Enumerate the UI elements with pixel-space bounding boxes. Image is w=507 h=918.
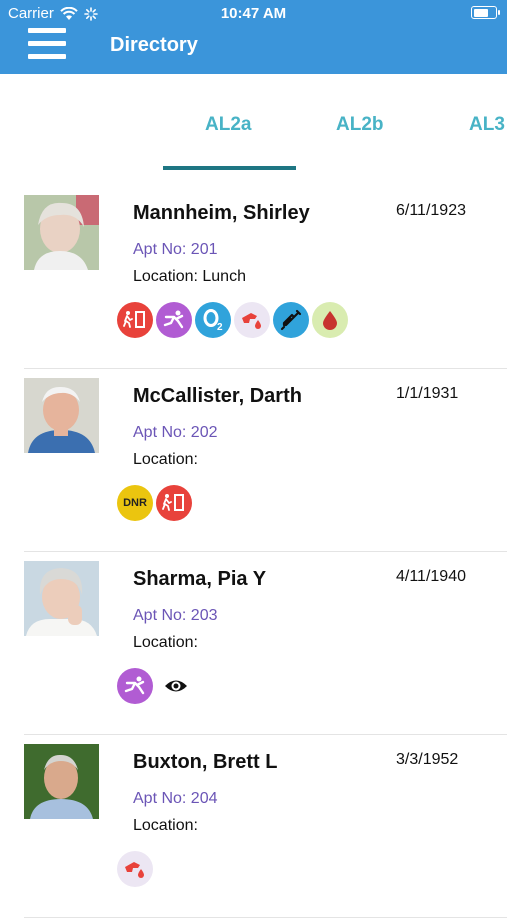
tab-al2b[interactable]: AL2b: [336, 114, 384, 136]
injection-icon: [273, 302, 309, 338]
exit-icon: [117, 302, 153, 338]
blood-icon: [312, 302, 348, 338]
diabetic-icon: [117, 851, 153, 887]
avatar: [24, 378, 99, 453]
oxygen-icon: 2: [195, 302, 231, 338]
tab-al2a[interactable]: AL2a: [205, 114, 251, 136]
fall-risk-icon: [156, 302, 192, 338]
resident-apt: Apt No: 203: [133, 607, 218, 624]
resident-name: Mannheim, Shirley: [133, 202, 310, 224]
resident-dob: 6/11/1923: [396, 202, 466, 219]
resident-location: Location: Lunch: [133, 268, 246, 285]
avatar: [24, 744, 99, 819]
tab-al3[interactable]: AL3: [469, 114, 505, 136]
exit-icon: [156, 485, 192, 521]
resident-location: Location:: [133, 817, 198, 834]
resident-dob: 3/3/1952: [396, 751, 459, 768]
dnr-label: DNR: [123, 497, 147, 509]
page-title: Directory: [110, 34, 198, 56]
alert-icons: 2: [117, 302, 348, 338]
resident-location: Location:: [133, 451, 198, 468]
status-time: 10:47 AM: [220, 5, 287, 22]
dnr-icon: DNR: [117, 485, 153, 521]
svg-text:2: 2: [217, 322, 223, 333]
diabetic-icon: [234, 302, 270, 338]
fall-risk-icon: [117, 668, 153, 704]
nav-bar: Directory: [0, 28, 507, 74]
avatar: [24, 561, 99, 636]
list-item[interactable]: Buxton, Brett L 3/3/1952 Apt No: 204 Loc…: [24, 735, 507, 918]
list-item[interactable]: Mannheim, Shirley 6/11/1923 Apt No: 201 …: [24, 186, 507, 369]
alert-icons: [117, 851, 153, 887]
battery-icon: [471, 6, 500, 19]
list-item[interactable]: Sharma, Pia Y 4/11/1940 Apt No: 203 Loca…: [24, 552, 507, 735]
resident-apt: Apt No: 204: [133, 790, 218, 807]
tab-bar: AL2a AL2b AL3: [0, 74, 507, 174]
tab-indicator: [163, 166, 296, 170]
resident-dob: 1/1/1931: [396, 385, 459, 402]
menu-icon[interactable]: [28, 28, 68, 60]
status-bar: Carrier 10:47 AM: [0, 0, 507, 28]
resident-name: McCallister, Darth: [133, 385, 302, 407]
list-item[interactable]: McCallister, Darth 1/1/1931 Apt No: 202 …: [24, 369, 507, 552]
resident-dob: 4/11/1940: [396, 568, 466, 585]
avatar: [24, 195, 99, 270]
alert-icons: [117, 668, 196, 704]
eye-icon: [156, 668, 196, 704]
resident-name: Sharma, Pia Y: [133, 568, 267, 590]
resident-location: Location:: [133, 634, 198, 651]
resident-list: Mannheim, Shirley 6/11/1923 Apt No: 201 …: [0, 186, 507, 918]
resident-apt: Apt No: 202: [133, 424, 218, 441]
alert-icons: DNR: [117, 485, 192, 521]
resident-name: Buxton, Brett L: [133, 751, 278, 773]
resident-apt: Apt No: 201: [133, 241, 218, 258]
